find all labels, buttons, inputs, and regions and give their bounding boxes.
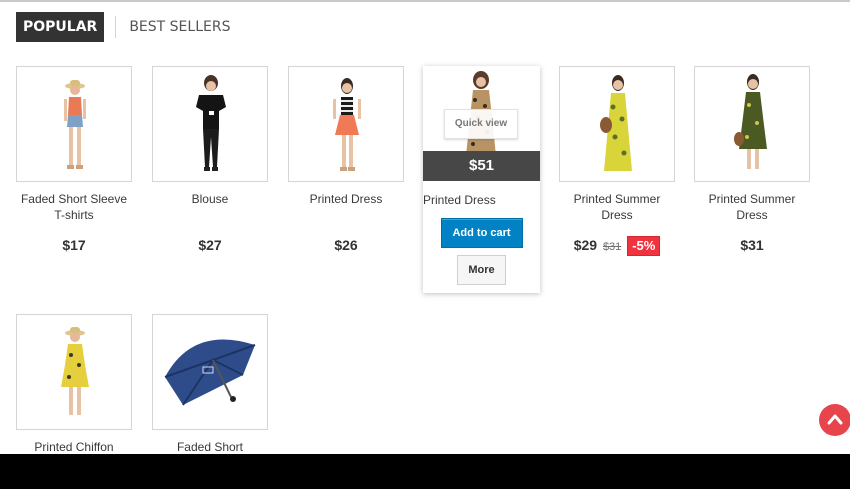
- product-tabs: Popular Best Sellers: [16, 12, 230, 42]
- product-name[interactable]: Printed Dress: [288, 191, 404, 225]
- product-image-link[interactable]: [16, 314, 132, 430]
- product-image: [734, 74, 767, 169]
- product-image: [333, 78, 361, 171]
- bottom-black-bar: [0, 454, 850, 489]
- product-image-link[interactable]: [16, 66, 132, 182]
- scroll-to-top-button[interactable]: [819, 404, 850, 436]
- product-card: Printed Dress $26: [288, 66, 404, 255]
- product-price: $26: [334, 237, 358, 253]
- product-image-link[interactable]: Quick view $51: [423, 66, 540, 182]
- product-image-link[interactable]: [694, 66, 810, 182]
- product-card: Printed Summer Dress $29 $31 -5%: [559, 66, 675, 256]
- more-button[interactable]: More: [457, 255, 506, 285]
- product-price: $31: [740, 237, 764, 253]
- product-price: $27: [198, 237, 222, 253]
- product-image: [196, 75, 226, 171]
- top-border: [0, 0, 850, 2]
- product-name[interactable]: Printed Summer Dress: [694, 191, 810, 225]
- old-price: $31: [602, 241, 622, 253]
- product-image: [64, 80, 86, 169]
- product-image: [600, 75, 632, 171]
- product-card: Faded Short: [152, 314, 268, 473]
- product-name[interactable]: Blouse: [152, 191, 268, 225]
- product-image: [164, 339, 256, 406]
- product-price-overlay: $51: [423, 151, 540, 181]
- product-price: $17: [62, 237, 86, 253]
- product-name[interactable]: Printed Summer Dress: [559, 191, 675, 225]
- product-name[interactable]: Printed Dress: [423, 192, 540, 210]
- product-price: $29: [573, 237, 598, 253]
- product-card-hovered: Quick view $51 Printed Dress Add to cart…: [423, 66, 540, 293]
- product-card: Blouse $27: [152, 66, 268, 255]
- product-image-link[interactable]: [559, 66, 675, 182]
- product-card: Printed Chiffon: [16, 314, 132, 473]
- product-image-link[interactable]: [288, 66, 404, 182]
- product-card: Printed Summer Dress $31: [694, 66, 810, 255]
- tab-best-sellers[interactable]: Best Sellers: [129, 12, 230, 42]
- product-image: [61, 327, 89, 415]
- product-card: Faded Short Sleeve T-shirts $17: [16, 66, 132, 255]
- tab-popular[interactable]: Popular: [16, 12, 105, 42]
- quick-view-button[interactable]: Quick view: [444, 109, 518, 139]
- chevron-up-icon: [827, 414, 843, 425]
- product-image-link[interactable]: [152, 66, 268, 182]
- product-image-link[interactable]: [152, 314, 268, 430]
- tab-divider: [115, 16, 117, 38]
- product-price-row: $29 $31 -5%: [559, 235, 675, 256]
- product-name[interactable]: Faded Short Sleeve T-shirts: [16, 191, 132, 225]
- add-to-cart-button[interactable]: Add to cart: [440, 218, 523, 248]
- discount-badge: -5%: [627, 236, 661, 256]
